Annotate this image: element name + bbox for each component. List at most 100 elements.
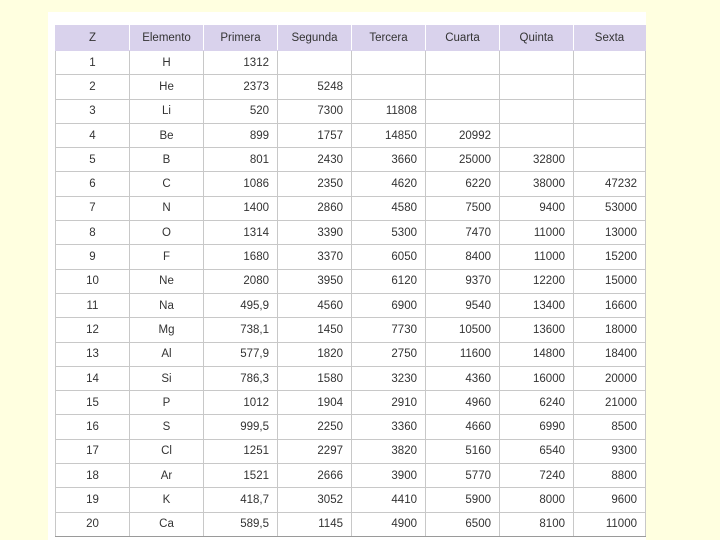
table-cell: 7730 xyxy=(351,317,426,343)
column-header: Z xyxy=(55,25,130,51)
table-cell: 7300 xyxy=(277,98,352,124)
table-cell: 1314 xyxy=(203,220,278,246)
table-cell xyxy=(573,147,646,173)
table-cell: Al xyxy=(129,341,204,367)
table-row: 10 Ne 2080 3950 6120 9370 12200 15000 xyxy=(55,268,646,294)
table-cell: 1680 xyxy=(203,244,278,270)
table-cell: 14850 xyxy=(351,122,426,149)
table-cell: 7500 xyxy=(425,195,500,222)
table-cell: 10500 xyxy=(425,317,500,343)
table-cell xyxy=(573,98,646,124)
table-cell: O xyxy=(129,220,204,246)
table-cell: 11000 xyxy=(573,511,646,537)
table-cell: 4960 xyxy=(425,390,500,416)
table-cell: 2373 xyxy=(203,74,278,100)
table-cell: K xyxy=(129,487,204,513)
table-cell: 4660 xyxy=(425,414,500,440)
table-cell xyxy=(425,74,500,100)
table-cell: Be xyxy=(129,122,204,149)
table-cell: 11000 xyxy=(499,244,574,270)
table-body: 1 H 1312 2 He 2373 5248 3 Li 520 7300 11808 4 Be 899 17… xyxy=(55,49,646,537)
table-cell: 5248 xyxy=(277,74,352,100)
table-cell: 1521 xyxy=(203,463,278,489)
table-cell: 999,5 xyxy=(203,414,278,440)
table-cell: 1012 xyxy=(203,390,278,416)
table-cell: 5770 xyxy=(425,463,500,489)
table-cell: 2350 xyxy=(277,171,352,197)
table-cell: 3660 xyxy=(351,147,426,173)
table-cell: 738,1 xyxy=(203,317,278,343)
table-cell: 2297 xyxy=(277,438,352,465)
table-cell xyxy=(499,122,574,149)
table-cell: 3360 xyxy=(351,414,426,440)
table-cell: 418,7 xyxy=(203,487,278,513)
table-cell: 1450 xyxy=(277,317,352,343)
table-cell: 13000 xyxy=(573,220,646,246)
table-cell: 19 xyxy=(55,487,130,513)
table-cell: Mg xyxy=(129,317,204,343)
table-cell: N xyxy=(129,195,204,222)
table-cell: 5900 xyxy=(425,487,500,513)
table-cell: 1757 xyxy=(277,122,352,149)
table-row: 1 H 1312 xyxy=(55,49,646,76)
table-cell: 2910 xyxy=(351,390,426,416)
table-cell: 9300 xyxy=(573,438,646,465)
table-row: 14 Si 786,3 1580 3230 4360 16000 20000 xyxy=(55,365,646,392)
table-row: 19 K 418,7 3052 4410 5900 8000 9600 xyxy=(55,487,646,513)
column-header: Tercera xyxy=(351,25,426,51)
table-cell: 9400 xyxy=(499,195,574,222)
table-cell: 38000 xyxy=(499,171,574,197)
table-row: 18 Ar 1521 2666 3900 5770 7240 8800 xyxy=(55,463,646,489)
table-cell: Si xyxy=(129,365,204,392)
table-cell: 3370 xyxy=(277,244,352,270)
table-cell: 5160 xyxy=(425,438,500,465)
ionization-energy-table: Z Elemento Primera Segunda Tercera Cuarta Quin… xyxy=(55,25,646,537)
table-cell xyxy=(499,74,574,100)
table-cell xyxy=(277,49,352,76)
table-cell: 2250 xyxy=(277,414,352,440)
table-row: 4 Be 899 1757 14850 20992 xyxy=(55,122,646,149)
column-header: Primera xyxy=(203,25,278,51)
table-cell: S xyxy=(129,414,204,440)
table-cell: 6900 xyxy=(351,292,426,319)
table-row: 9 F 1680 3370 6050 8400 11000 15200 xyxy=(55,244,646,270)
table-row: 17 Cl 1251 2297 3820 5160 6540 9300 xyxy=(55,438,646,465)
table-cell xyxy=(573,74,646,100)
table-cell: 8 xyxy=(55,220,130,246)
table-cell: 9370 xyxy=(425,268,500,294)
table-cell: 2750 xyxy=(351,341,426,367)
table-cell: B xyxy=(129,147,204,173)
table-cell: 12 xyxy=(55,317,130,343)
table-cell: 18400 xyxy=(573,341,646,367)
table-cell: 32800 xyxy=(499,147,574,173)
table-cell: 21000 xyxy=(573,390,646,416)
column-header: Quinta xyxy=(499,25,574,51)
table-cell: 20 xyxy=(55,511,130,537)
table-cell: 11600 xyxy=(425,341,500,367)
table-cell: 4 xyxy=(55,122,130,149)
table-cell: 16600 xyxy=(573,292,646,319)
table-cell: 13600 xyxy=(499,317,574,343)
table-cell: 4360 xyxy=(425,365,500,392)
table-row: 2 He 2373 5248 xyxy=(55,74,646,100)
table-cell: 11 xyxy=(55,292,130,319)
table-cell: 25000 xyxy=(425,147,500,173)
table-cell: 4900 xyxy=(351,511,426,537)
table-cell: 589,5 xyxy=(203,511,278,537)
table-cell: 3950 xyxy=(277,268,352,294)
table-cell: 4560 xyxy=(277,292,352,319)
table-cell: 577,9 xyxy=(203,341,278,367)
table-cell: 1145 xyxy=(277,511,352,537)
table-cell xyxy=(499,98,574,124)
table-cell: 3900 xyxy=(351,463,426,489)
table-row: 20 Ca 589,5 1145 4900 6500 8100 11000 xyxy=(55,511,646,537)
table-cell: F xyxy=(129,244,204,270)
table-row: 3 Li 520 7300 11808 xyxy=(55,98,646,124)
table-cell: 6990 xyxy=(499,414,574,440)
table-cell: 8100 xyxy=(499,511,574,537)
table-cell: 6540 xyxy=(499,438,574,465)
table-cell: 5300 xyxy=(351,220,426,246)
table-cell: 801 xyxy=(203,147,278,173)
table-row: 16 S 999,5 2250 3360 4660 6990 8500 xyxy=(55,414,646,440)
table-cell: 4620 xyxy=(351,171,426,197)
